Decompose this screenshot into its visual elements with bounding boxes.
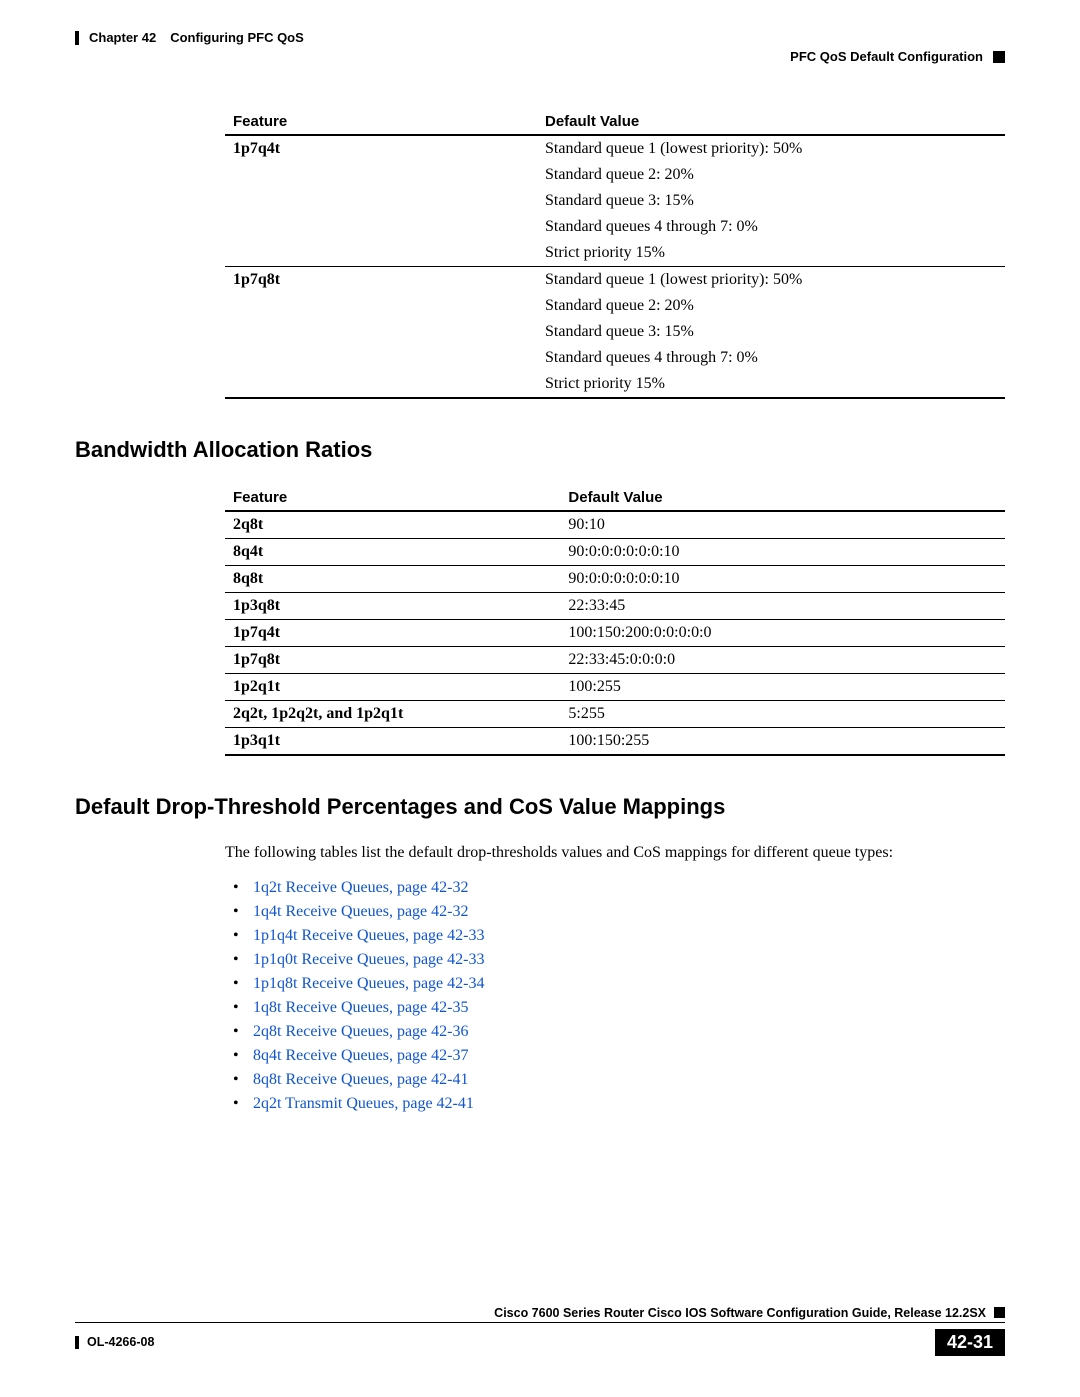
value-cell: Strict priority 15% <box>537 371 1005 398</box>
list-item: 2q2t Transmit Queues, page 42-41 <box>253 1092 1005 1116</box>
list-item: 1p1q0t Receive Queues, page 42-33 <box>253 948 1005 972</box>
value-cell: 22:33:45:0:0:0:0 <box>560 647 1005 674</box>
feature-cell: 1p7q8t <box>225 647 560 674</box>
value-cell: 5:255 <box>560 701 1005 728</box>
table-header-value: Default Value <box>560 485 1005 511</box>
cross-ref-link[interactable]: 8q4t Receive Queues, page 42-37 <box>253 1047 468 1064</box>
running-header-right: PFC QoS Default Configuration <box>75 49 1005 64</box>
chapter-number: Chapter 42 <box>89 30 156 45</box>
feature-cell <box>225 371 537 398</box>
feature-cell <box>225 162 537 188</box>
section-name: PFC QoS Default Configuration <box>790 49 983 64</box>
cross-ref-link[interactable]: 2q8t Receive Queues, page 42-36 <box>253 1023 468 1040</box>
intro-paragraph: The following tables list the default dr… <box>225 842 1005 864</box>
cross-ref-link[interactable]: 1q2t Receive Queues, page 42-32 <box>253 879 468 896</box>
list-item: 1p1q8t Receive Queues, page 42-34 <box>253 972 1005 996</box>
chapter-title: Configuring PFC QoS <box>170 30 304 45</box>
value-cell: Standard queue 1 (lowest priority): 50% <box>537 135 1005 162</box>
footer-decor-icon <box>994 1307 1005 1318</box>
feature-cell <box>225 240 537 267</box>
list-item: 8q8t Receive Queues, page 42-41 <box>253 1068 1005 1092</box>
list-item: 1q8t Receive Queues, page 42-35 <box>253 996 1005 1020</box>
feature-cell: 1p7q4t <box>225 135 537 162</box>
value-cell: Standard queue 3: 15% <box>537 319 1005 345</box>
value-cell: Strict priority 15% <box>537 240 1005 267</box>
feature-cell: 1p7q8t <box>225 267 537 294</box>
value-cell: Standard queues 4 through 7: 0% <box>537 345 1005 371</box>
feature-cell <box>225 214 537 240</box>
list-item: 1q2t Receive Queues, page 42-32 <box>253 876 1005 900</box>
value-cell: 100:255 <box>560 674 1005 701</box>
value-cell: Standard queue 2: 20% <box>537 293 1005 319</box>
value-cell: Standard queue 2: 20% <box>537 162 1005 188</box>
feature-cell: 1p3q8t <box>225 593 560 620</box>
feature-cell <box>225 345 537 371</box>
section-heading-bandwidth: Bandwidth Allocation Ratios <box>75 437 1005 463</box>
value-cell: Standard queue 3: 15% <box>537 188 1005 214</box>
queue-size-table: Feature Default Value 1p7q4tStandard que… <box>225 109 1005 399</box>
feature-cell <box>225 188 537 214</box>
value-cell: 100:150:255 <box>560 728 1005 756</box>
value-cell: 90:10 <box>560 511 1005 539</box>
footer-doc-number: OL-4266-08 <box>87 1335 154 1349</box>
feature-cell: 8q4t <box>225 539 560 566</box>
value-cell: 90:0:0:0:0:0:0:10 <box>560 566 1005 593</box>
value-cell: Standard queue 1 (lowest priority): 50% <box>537 267 1005 294</box>
feature-cell: 2q8t <box>225 511 560 539</box>
page-footer: Cisco 7600 Series Router Cisco IOS Softw… <box>75 1306 1005 1356</box>
feature-cell: 2q2t, 1p2q2t, and 1p2q1t <box>225 701 560 728</box>
cross-ref-link[interactable]: 1p1q4t Receive Queues, page 42-33 <box>253 927 484 944</box>
feature-cell: 1p7q4t <box>225 620 560 647</box>
link-list: 1q2t Receive Queues, page 42-32 1q4t Rece… <box>225 876 1005 1116</box>
feature-cell <box>225 293 537 319</box>
value-cell: 90:0:0:0:0:0:0:10 <box>560 539 1005 566</box>
cross-ref-link[interactable]: 1p1q8t Receive Queues, page 42-34 <box>253 975 484 992</box>
table-header-feature: Feature <box>225 485 560 511</box>
list-item: 1p1q4t Receive Queues, page 42-33 <box>253 924 1005 948</box>
list-item: 1q4t Receive Queues, page 42-32 <box>253 900 1005 924</box>
feature-cell: 1p2q1t <box>225 674 560 701</box>
feature-cell <box>225 319 537 345</box>
value-cell: Standard queues 4 through 7: 0% <box>537 214 1005 240</box>
cross-ref-link[interactable]: 1q4t Receive Queues, page 42-32 <box>253 903 468 920</box>
header-decor-icon <box>993 51 1005 63</box>
cross-ref-link[interactable]: 2q2t Transmit Queues, page 42-41 <box>253 1095 474 1112</box>
cross-ref-link[interactable]: 1p1q0t Receive Queues, page 42-33 <box>253 951 484 968</box>
list-item: 8q4t Receive Queues, page 42-37 <box>253 1044 1005 1068</box>
feature-cell: 1p3q1t <box>225 728 560 756</box>
page-number: 42-31 <box>935 1329 1005 1356</box>
bandwidth-ratio-table: Feature Default Value 2q8t90:108q4t90:0:… <box>225 485 1005 756</box>
cross-ref-link[interactable]: 8q8t Receive Queues, page 42-41 <box>253 1071 468 1088</box>
value-cell: 22:33:45 <box>560 593 1005 620</box>
section-heading-drop: Default Drop-Threshold Percentages and C… <box>75 794 1005 820</box>
footer-guide-title: Cisco 7600 Series Router Cisco IOS Softw… <box>494 1306 986 1320</box>
table-header-value: Default Value <box>537 109 1005 135</box>
value-cell: 100:150:200:0:0:0:0:0 <box>560 620 1005 647</box>
table-header-feature: Feature <box>225 109 537 135</box>
cross-ref-link[interactable]: 1q8t Receive Queues, page 42-35 <box>253 999 468 1016</box>
feature-cell: 8q8t <box>225 566 560 593</box>
list-item: 2q8t Receive Queues, page 42-36 <box>253 1020 1005 1044</box>
running-header-left: Chapter 42 Configuring PFC QoS <box>75 30 1005 45</box>
